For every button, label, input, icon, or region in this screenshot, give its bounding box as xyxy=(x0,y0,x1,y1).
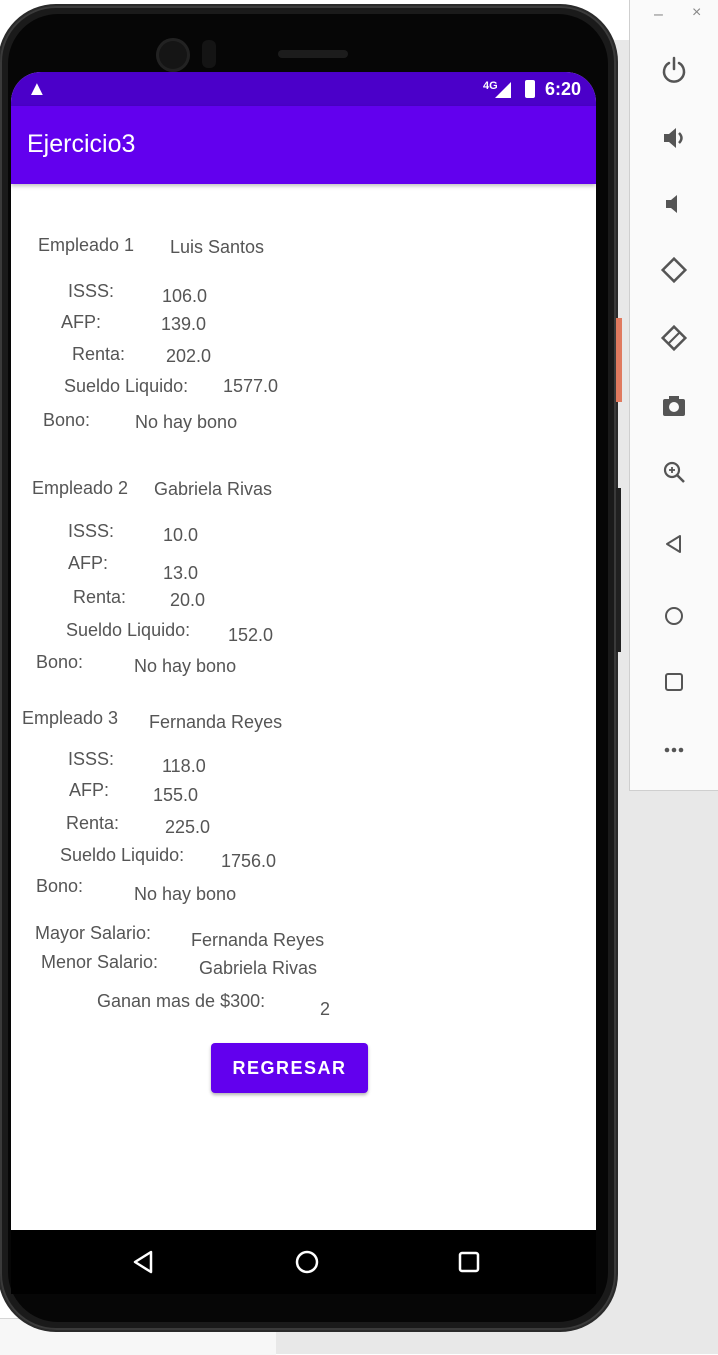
employee-1-isss-label: ISSS: xyxy=(68,281,115,301)
front-camera xyxy=(156,38,190,72)
employee-3-sueldo-label: Sueldo Liquido: xyxy=(60,845,185,865)
employee-1-bono-value: No hay bono xyxy=(135,412,238,432)
employee-1-renta-value: 202.0 xyxy=(166,346,212,366)
employee-2-sueldo-value: 152.0 xyxy=(228,625,274,645)
employee-2-name: Gabriela Rivas xyxy=(154,479,273,499)
employee-2-renta-label: Renta: xyxy=(73,587,127,607)
employee-1-bono-label: Bono: xyxy=(43,410,91,430)
more-icon[interactable] xyxy=(658,734,690,766)
back-icon[interactable] xyxy=(658,528,690,560)
employee-3-isss-label: ISSS: xyxy=(68,749,115,769)
employee-2-renta-value: 20.0 xyxy=(170,590,206,610)
employee-2-bono-label: Bono: xyxy=(36,652,84,672)
ganan-mas-value: 2 xyxy=(320,999,331,1019)
menor-salario-value: Gabriela Rivas xyxy=(199,958,318,978)
proximity-sensor xyxy=(202,40,216,68)
zoom-icon[interactable] xyxy=(658,456,690,488)
overview-icon[interactable] xyxy=(451,1244,487,1280)
status-bar: ▲ 4G 6:20 xyxy=(11,72,596,106)
battery-icon xyxy=(525,80,535,98)
employee-3-label: Empleado 3 xyxy=(22,708,119,728)
app-title: Ejercicio3 xyxy=(27,130,136,158)
employee-3-bono-value: No hay bono xyxy=(134,884,237,904)
regresar-button[interactable]: REGRESAR xyxy=(211,1043,368,1093)
mayor-salario-value: Fernanda Reyes xyxy=(191,930,325,950)
employee-1-isss-value: 106.0 xyxy=(162,286,208,306)
home-icon[interactable] xyxy=(658,600,690,632)
employee-3-bono-label: Bono: xyxy=(36,876,84,896)
navigation-bar xyxy=(11,1230,596,1294)
rotate-left-icon[interactable] xyxy=(658,254,690,286)
employee-2-isss-value: 10.0 xyxy=(163,525,199,545)
emulator-toolbar: – × xyxy=(629,0,718,791)
app-bar: Ejercicio3 xyxy=(11,106,596,184)
employee-3-name: Fernanda Reyes xyxy=(149,712,283,732)
employee-2-sueldo-label: Sueldo Liquido: xyxy=(66,620,191,640)
earpiece-speaker xyxy=(278,50,348,58)
home-icon[interactable] xyxy=(289,1244,325,1280)
status-time: 6:20 xyxy=(545,79,582,99)
employee-1-sueldo-value: 1577.0 xyxy=(223,376,279,396)
employee-2-label: Empleado 2 xyxy=(32,478,129,498)
close-button[interactable]: × xyxy=(692,4,701,22)
employee-1-renta-label: Renta: xyxy=(72,344,126,364)
minimize-button[interactable]: – xyxy=(654,6,663,24)
ganan-mas-label: Ganan mas de $300: xyxy=(97,991,266,1011)
employee-1-afp-value: 139.0 xyxy=(161,314,207,334)
employee-3-renta-value: 225.0 xyxy=(165,817,211,837)
phone-side-button xyxy=(616,488,621,652)
employee-3-afp-label: AFP: xyxy=(69,780,110,800)
rotate-right-icon[interactable] xyxy=(658,322,690,354)
employee-3-sueldo-value: 1756.0 xyxy=(221,851,277,871)
employee-2-bono-value: No hay bono xyxy=(134,656,237,676)
window-resize-handle[interactable] xyxy=(616,318,622,402)
employee-2-isss-label: ISSS: xyxy=(68,521,115,541)
employee-2-afp-value: 13.0 xyxy=(163,563,199,583)
employee-3-afp-value: 155.0 xyxy=(153,785,199,805)
warning-icon: ▲ xyxy=(27,78,47,100)
volume-up-icon[interactable] xyxy=(658,122,690,154)
employee-1-afp-label: AFP: xyxy=(61,312,102,332)
mayor-salario-label: Mayor Salario: xyxy=(35,923,152,943)
employee-1-name: Luis Santos xyxy=(170,237,265,257)
volume-down-icon[interactable] xyxy=(658,188,690,220)
employee-1-sueldo-label: Sueldo Liquido: xyxy=(64,376,189,396)
signal-icon xyxy=(495,82,511,98)
employee-2-afp-label: AFP: xyxy=(68,553,109,573)
menor-salario-label: Menor Salario: xyxy=(41,952,159,972)
employee-3-renta-label: Renta: xyxy=(66,813,120,833)
back-icon[interactable] xyxy=(125,1244,161,1280)
camera-icon[interactable] xyxy=(658,390,690,422)
phone-screen: ▲ 4G 6:20 Ejercicio3 Empleado 1 Luis San… xyxy=(11,72,596,1230)
employee-1-label: Empleado 1 xyxy=(38,235,135,255)
overview-icon[interactable] xyxy=(658,666,690,698)
employee-3-isss-value: 118.0 xyxy=(162,756,206,776)
power-icon[interactable] xyxy=(658,54,690,86)
